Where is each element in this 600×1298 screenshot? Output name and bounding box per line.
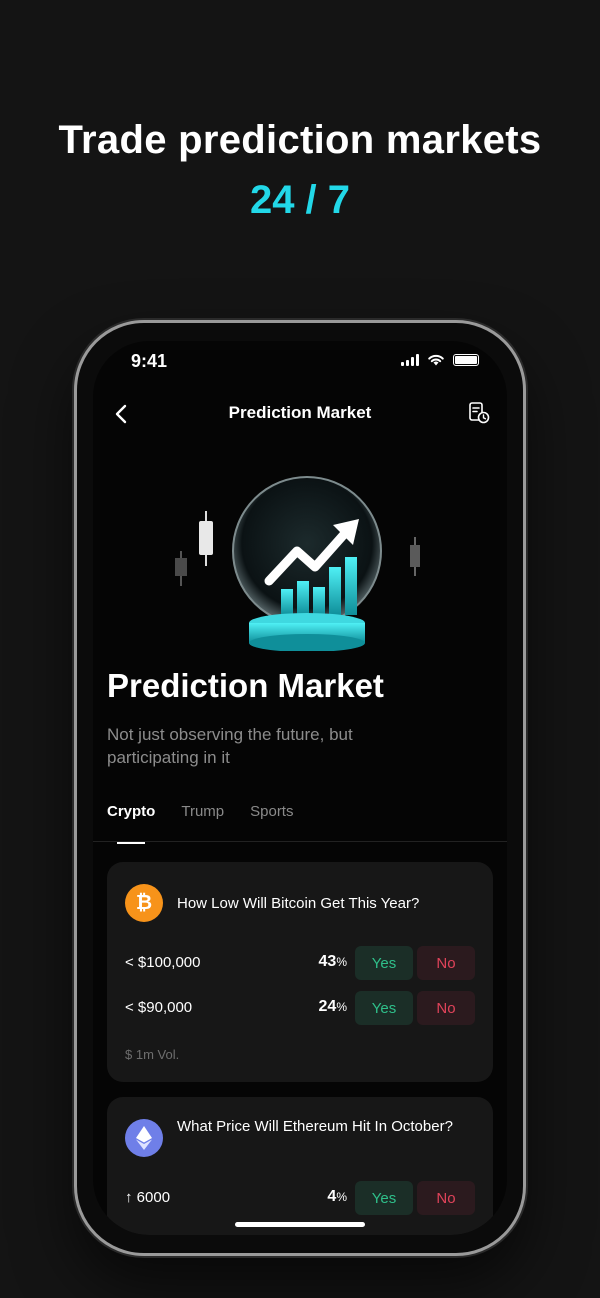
no-button[interactable]: No	[417, 946, 475, 980]
phone-frame: 9:41 Prediction Market Prediction Market…	[74, 320, 526, 1256]
no-button[interactable]: No	[417, 991, 475, 1025]
outcome-label: < $100,000	[125, 954, 201, 971]
yes-button[interactable]: Yes	[355, 1181, 413, 1215]
yes-button[interactable]: Yes	[355, 991, 413, 1025]
wifi-icon	[428, 354, 444, 366]
outcome-probability: 4%	[327, 1188, 347, 1205]
signal-icon	[401, 353, 419, 366]
market-title: What Price Will Ethereum Hit In October?	[177, 1118, 453, 1135]
outcome-row: ↑ 6000 4% Yes No	[125, 1181, 475, 1215]
status-time: 9:41	[131, 351, 168, 371]
promo-headline: Trade prediction markets	[58, 118, 542, 162]
category-tabs: Crypto Trump Sports	[107, 803, 293, 844]
ethereum-icon	[125, 1119, 163, 1157]
crystal-ball-illustration	[93, 471, 507, 652]
nav-bar: Prediction Market	[93, 399, 507, 429]
page-title: Prediction Market	[107, 667, 384, 704]
battery-icon	[453, 353, 479, 366]
market-card[interactable]: What Price Will Ethereum Hit In October?…	[107, 1097, 493, 1235]
tab-crypto[interactable]: Crypto	[107, 803, 155, 844]
order-history-icon[interactable]	[467, 401, 491, 425]
app-screen: 9:41 Prediction Market Prediction Market…	[93, 341, 507, 1235]
promo-subheadline: 24 / 7	[249, 178, 351, 222]
tabs-divider	[93, 841, 507, 842]
outcome-label: < $90,000	[125, 999, 193, 1016]
no-button[interactable]: No	[417, 1181, 475, 1215]
page-subtitle: Not just observing the future, but parti…	[107, 725, 353, 767]
outcome-label: ↑ 6000	[125, 1189, 171, 1206]
outcome-row: < $90,000 24% Yes No	[125, 991, 475, 1025]
status-icons	[401, 353, 479, 366]
nav-title: Prediction Market	[228, 403, 372, 422]
home-indicator	[235, 1222, 365, 1227]
market-title: How Low Will Bitcoin Get This Year?	[177, 895, 420, 912]
market-volume: $ 1m Vol.	[125, 1047, 180, 1062]
bitcoin-icon: ₿	[125, 884, 163, 922]
outcome-probability: 43%	[318, 953, 347, 970]
tab-trump[interactable]: Trump	[181, 803, 224, 834]
tab-sports[interactable]: Sports	[250, 803, 293, 834]
market-card[interactable]: ₿ How Low Will Bitcoin Get This Year? < …	[107, 862, 493, 1082]
outcome-row: < $100,000 43% Yes No	[125, 946, 475, 980]
yes-button[interactable]: Yes	[355, 946, 413, 980]
outcome-probability: 24%	[318, 998, 347, 1015]
